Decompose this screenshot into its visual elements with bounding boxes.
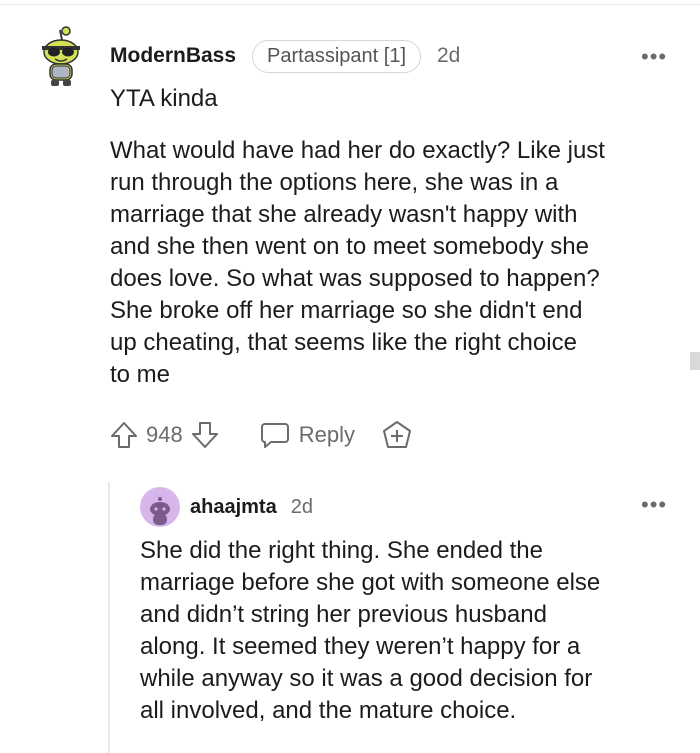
reply-line: She did the right thing. She ended the [140,537,543,564]
upvote-arrow-icon [111,422,137,448]
reply-avatar[interactable] [140,487,180,527]
comment-line: marriage that she already wasn't happy w… [110,201,578,228]
reply-line: marriage before she got with someone els… [140,569,601,596]
comment-verdict: YTA kinda [110,85,218,112]
comment-line: up cheating, that seems like the right c… [110,329,577,356]
snoo-avatar-icon [42,26,80,86]
comment-line: run through the options here, she was in… [110,169,559,196]
upvote-button[interactable] [108,419,140,451]
vote-count: 948 [146,422,183,447]
comment-body: What would have had her do exactly? Like… [110,135,605,391]
comment-line: to me [110,361,171,388]
reply-label: Reply [298,422,355,447]
scrollbar-thumb[interactable] [690,352,700,370]
default-snoo-avatar-icon [150,497,170,525]
reply-more-options-icon[interactable]: ••• [641,494,667,516]
user-avatar[interactable] [36,26,86,88]
chat-bubble-icon [260,423,289,448]
reply-username[interactable]: ahaajmta [190,496,277,519]
reply-timestamp: 2d [290,495,313,518]
reply-line: and didn’t string her previous husband [140,601,547,628]
reply-header: ahaajmta 2d [190,492,313,522]
reply-line: all involved, and the mature choice. [140,697,517,724]
comment-line: and she then went on to meet somebody sh… [110,233,589,260]
thread-line[interactable] [108,482,110,753]
user-flair: Partassipant [1] [252,39,421,73]
award-button[interactable] [381,419,413,451]
plus-award-icon [382,421,411,448]
timestamp: 2d [437,44,461,67]
username[interactable]: ModernBass [110,44,236,68]
reply-body: She did the right thing. She ended the m… [140,535,600,727]
comment-actions: 948 Reply [108,415,413,455]
divider [0,4,700,5]
comment-line: She broke off her marriage so she didn't… [110,297,583,324]
downvote-button[interactable] [189,419,221,451]
downvote-arrow-icon [191,422,218,448]
reply-line: along. It seemed they weren’t happy for … [140,633,581,660]
reply-button[interactable]: Reply [259,419,355,451]
comment-header: ModernBass Partassipant [1] 2d [110,39,461,73]
more-options-icon[interactable]: ••• [641,46,667,68]
comment-line: does love. So what was supposed to happe… [110,265,600,292]
comment-line: What would have had her do exactly? Like… [110,137,605,164]
reply-line: while anyway so it was a good decision f… [140,665,593,692]
